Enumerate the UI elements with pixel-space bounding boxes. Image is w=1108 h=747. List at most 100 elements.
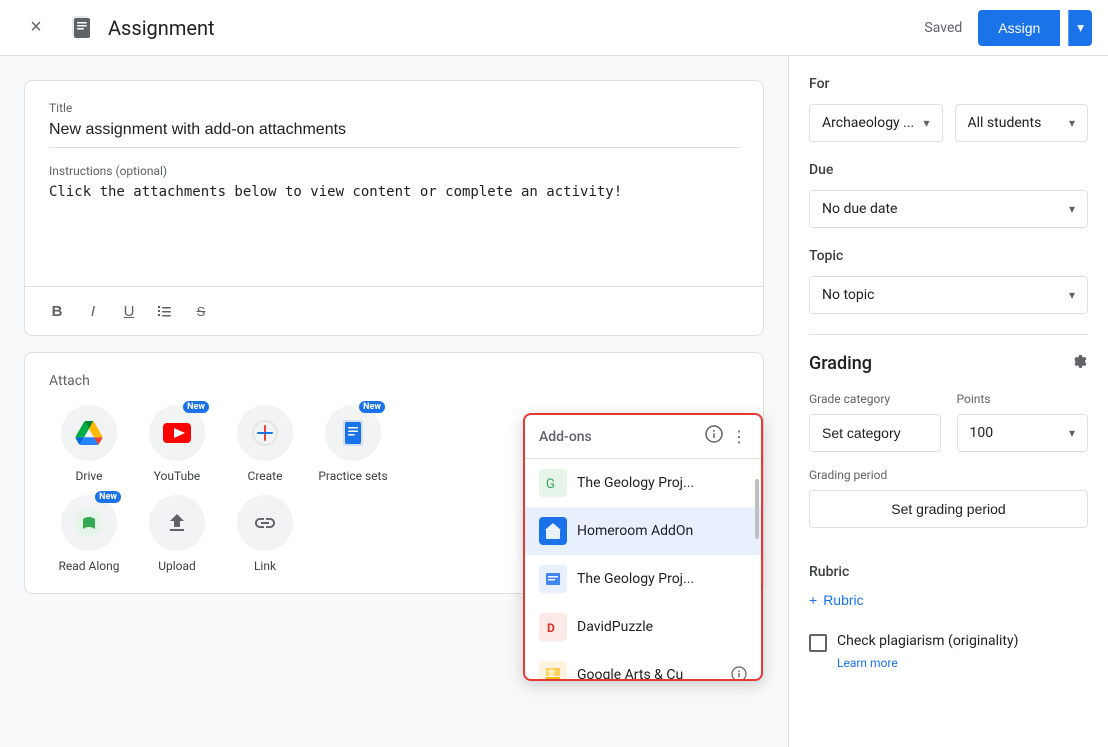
google-arts-info-button[interactable]: [731, 666, 747, 680]
upload-icon-wrap: [149, 495, 205, 551]
for-label: For: [809, 76, 1088, 92]
topic-select[interactable]: No topic ▾: [809, 276, 1088, 314]
attach-label: Attach: [49, 373, 739, 389]
instructions-input[interactable]: Click the attachments below to view cont…: [49, 182, 739, 262]
attach-item-practice-sets[interactable]: New Practice sets: [313, 405, 393, 483]
addon-item-google-arts[interactable]: 🏛 Google Arts & Cu: [525, 651, 761, 679]
info-icon: [705, 425, 723, 443]
grading-header: Grading: [809, 351, 1088, 376]
addon-item-geology2[interactable]: The Geology Proj...: [525, 555, 761, 603]
bold-button[interactable]: B: [41, 295, 73, 327]
students-value: All students: [968, 115, 1069, 131]
more-icon: ⋮: [731, 429, 747, 446]
topic-value: No topic: [822, 287, 1069, 303]
set-category-button[interactable]: Set category: [809, 414, 941, 452]
points-value: 100: [970, 425, 1065, 441]
class-select[interactable]: Archaeology ... ▾: [809, 104, 943, 142]
grading-title: Grading: [809, 353, 872, 374]
attach-item-read-along[interactable]: New Read Along: [49, 495, 129, 573]
title-section: Title Instructions (optional) Click the …: [25, 81, 763, 286]
create-label: Create: [248, 469, 283, 483]
addon-name-geology2: The Geology Proj...: [577, 571, 747, 587]
strikethrough-icon: S: [197, 304, 206, 319]
set-grading-period-button[interactable]: Set grading period: [809, 490, 1088, 528]
students-dropdown-icon: ▾: [1069, 116, 1075, 130]
grade-category-label: Grade category: [809, 392, 941, 406]
addon-name-homeroom: Homeroom AddOn: [577, 523, 747, 539]
addon-icon-google-arts: 🏛: [539, 661, 567, 679]
practice-sets-label: Practice sets: [318, 469, 387, 483]
link-icon: [253, 511, 277, 535]
rubric-row: Rubric + Rubric: [809, 564, 1088, 612]
youtube-icon: [163, 423, 191, 443]
class-value: Archaeology ...: [822, 115, 923, 131]
addon-item-homeroom[interactable]: Homeroom AddOn: [525, 507, 761, 555]
homeroom-icon: [543, 521, 563, 541]
rubric-label: Rubric: [809, 564, 1088, 580]
attach-item-drive[interactable]: Drive: [49, 405, 129, 483]
section-divider: [809, 334, 1088, 335]
attach-item-link[interactable]: Link: [225, 495, 305, 573]
doc-icon: [68, 14, 96, 42]
svg-text:D: D: [547, 621, 555, 635]
practice-sets-icon-wrap: New: [325, 405, 381, 461]
points-select[interactable]: 100 ▾: [957, 414, 1089, 452]
upload-label: Upload: [158, 559, 196, 573]
due-dropdown-icon: ▾: [1069, 202, 1075, 216]
assign-button[interactable]: Assign: [978, 10, 1060, 46]
grade-category-points-row: Grade category Set category Points 100 ▾: [809, 392, 1088, 452]
plagiarism-checkbox[interactable]: [809, 634, 827, 652]
upload-icon: [165, 511, 189, 535]
grading-period-label: Grading period: [809, 468, 1088, 482]
plagiarism-row: Check plagiarism (originality) Learn mor…: [809, 632, 1088, 671]
assign-dropdown-button[interactable]: ▾: [1068, 10, 1092, 46]
plagiarism-text-wrap: Check plagiarism (originality) Learn mor…: [837, 632, 1018, 671]
attach-item-create[interactable]: Create: [225, 405, 305, 483]
addon-icon-geology2: [539, 565, 567, 593]
read-along-icon-wrap: New: [61, 495, 117, 551]
davidpuzzle-icon: D: [543, 617, 563, 637]
addons-info-button[interactable]: [705, 425, 723, 448]
practice-sets-new-badge: New: [359, 401, 385, 413]
attach-card: Attach Drive: [24, 352, 764, 594]
header-right: Saved Assign ▾: [924, 10, 1092, 46]
students-select[interactable]: All students ▾: [955, 104, 1089, 142]
attach-item-upload[interactable]: Upload: [137, 495, 217, 573]
due-value: No due date: [822, 201, 1069, 217]
addon-item-geology1[interactable]: G The Geology Proj...: [525, 459, 761, 507]
grading-settings-button[interactable]: [1068, 351, 1088, 376]
right-panel: For Archaeology ... ▾ All students ▾ Due…: [788, 56, 1108, 747]
page-title: Assignment: [108, 16, 215, 40]
title-input[interactable]: [49, 121, 739, 148]
drive-icon-wrap: [61, 405, 117, 461]
italic-button[interactable]: I: [77, 295, 109, 327]
main-layout: Title Instructions (optional) Click the …: [0, 56, 1108, 747]
list-button[interactable]: [149, 295, 181, 327]
youtube-new-badge: New: [183, 401, 209, 413]
close-icon: ×: [30, 16, 42, 39]
svg-text:🏛: 🏛: [547, 669, 556, 677]
addons-more-button[interactable]: ⋮: [731, 427, 747, 447]
underline-button[interactable]: U: [113, 295, 145, 327]
plagiarism-text: Check plagiarism (originality): [837, 632, 1018, 652]
learn-more-link[interactable]: Learn more: [837, 656, 898, 670]
addon-icon-homeroom: [539, 517, 567, 545]
addons-header: Add-ons ⋮: [525, 415, 761, 459]
youtube-icon-wrap: New: [149, 405, 205, 461]
header-left: × Assignment: [16, 8, 912, 48]
addons-dropdown: Add-ons ⋮: [523, 413, 763, 681]
due-select[interactable]: No due date ▾: [809, 190, 1088, 228]
scroll-track: [753, 459, 759, 679]
drive-label: Drive: [76, 469, 103, 483]
attach-item-youtube[interactable]: New YouTube: [137, 405, 217, 483]
points-label: Points: [957, 392, 1089, 406]
close-button[interactable]: ×: [16, 8, 56, 48]
strikethrough-button[interactable]: S: [185, 295, 217, 327]
list-icon: [157, 303, 173, 319]
for-selects: Archaeology ... ▾ All students ▾: [809, 104, 1088, 142]
geology2-icon: [543, 569, 563, 589]
left-panel: Title Instructions (optional) Click the …: [0, 56, 788, 747]
addon-item-davidpuzzle[interactable]: D DavidPuzzle: [525, 603, 761, 651]
points-col: Points 100 ▾: [957, 392, 1089, 452]
add-rubric-button[interactable]: + Rubric: [809, 588, 864, 612]
